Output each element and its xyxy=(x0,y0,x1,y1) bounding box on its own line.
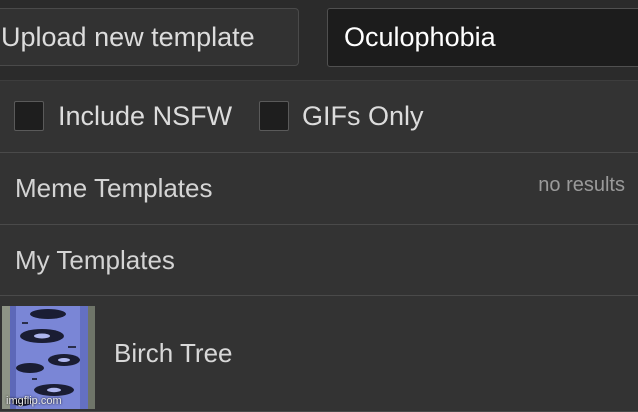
nsfw-checkbox[interactable] xyxy=(14,101,44,131)
template-panel: Include NSFW GIFs Only Meme Templates no… xyxy=(0,80,638,412)
filter-row: Include NSFW GIFs Only xyxy=(0,81,638,153)
meme-templates-title: Meme Templates xyxy=(15,173,213,203)
my-templates-title: My Templates xyxy=(15,245,175,275)
gifs-only-checkbox[interactable] xyxy=(259,101,289,131)
results-status: no results xyxy=(538,174,625,196)
my-templates-header: My Templates xyxy=(0,225,638,296)
template-thumbnail[interactable]: imgflip.com xyxy=(2,306,95,409)
nsfw-label[interactable]: Include NSFW xyxy=(58,101,232,131)
template-list-item[interactable]: imgflip.com Birch Tree xyxy=(0,296,638,412)
upload-template-button[interactable]: Upload new template xyxy=(0,8,299,66)
watermark-text: imgflip.com xyxy=(6,395,62,407)
meme-templates-header: Meme Templates no results xyxy=(0,153,638,225)
gifs-only-label[interactable]: GIFs Only xyxy=(302,101,424,131)
template-label[interactable]: Birch Tree xyxy=(114,338,233,369)
birch-tree-image xyxy=(2,306,95,409)
template-search-input[interactable] xyxy=(327,8,638,67)
toolbar: Upload new template xyxy=(0,0,638,80)
